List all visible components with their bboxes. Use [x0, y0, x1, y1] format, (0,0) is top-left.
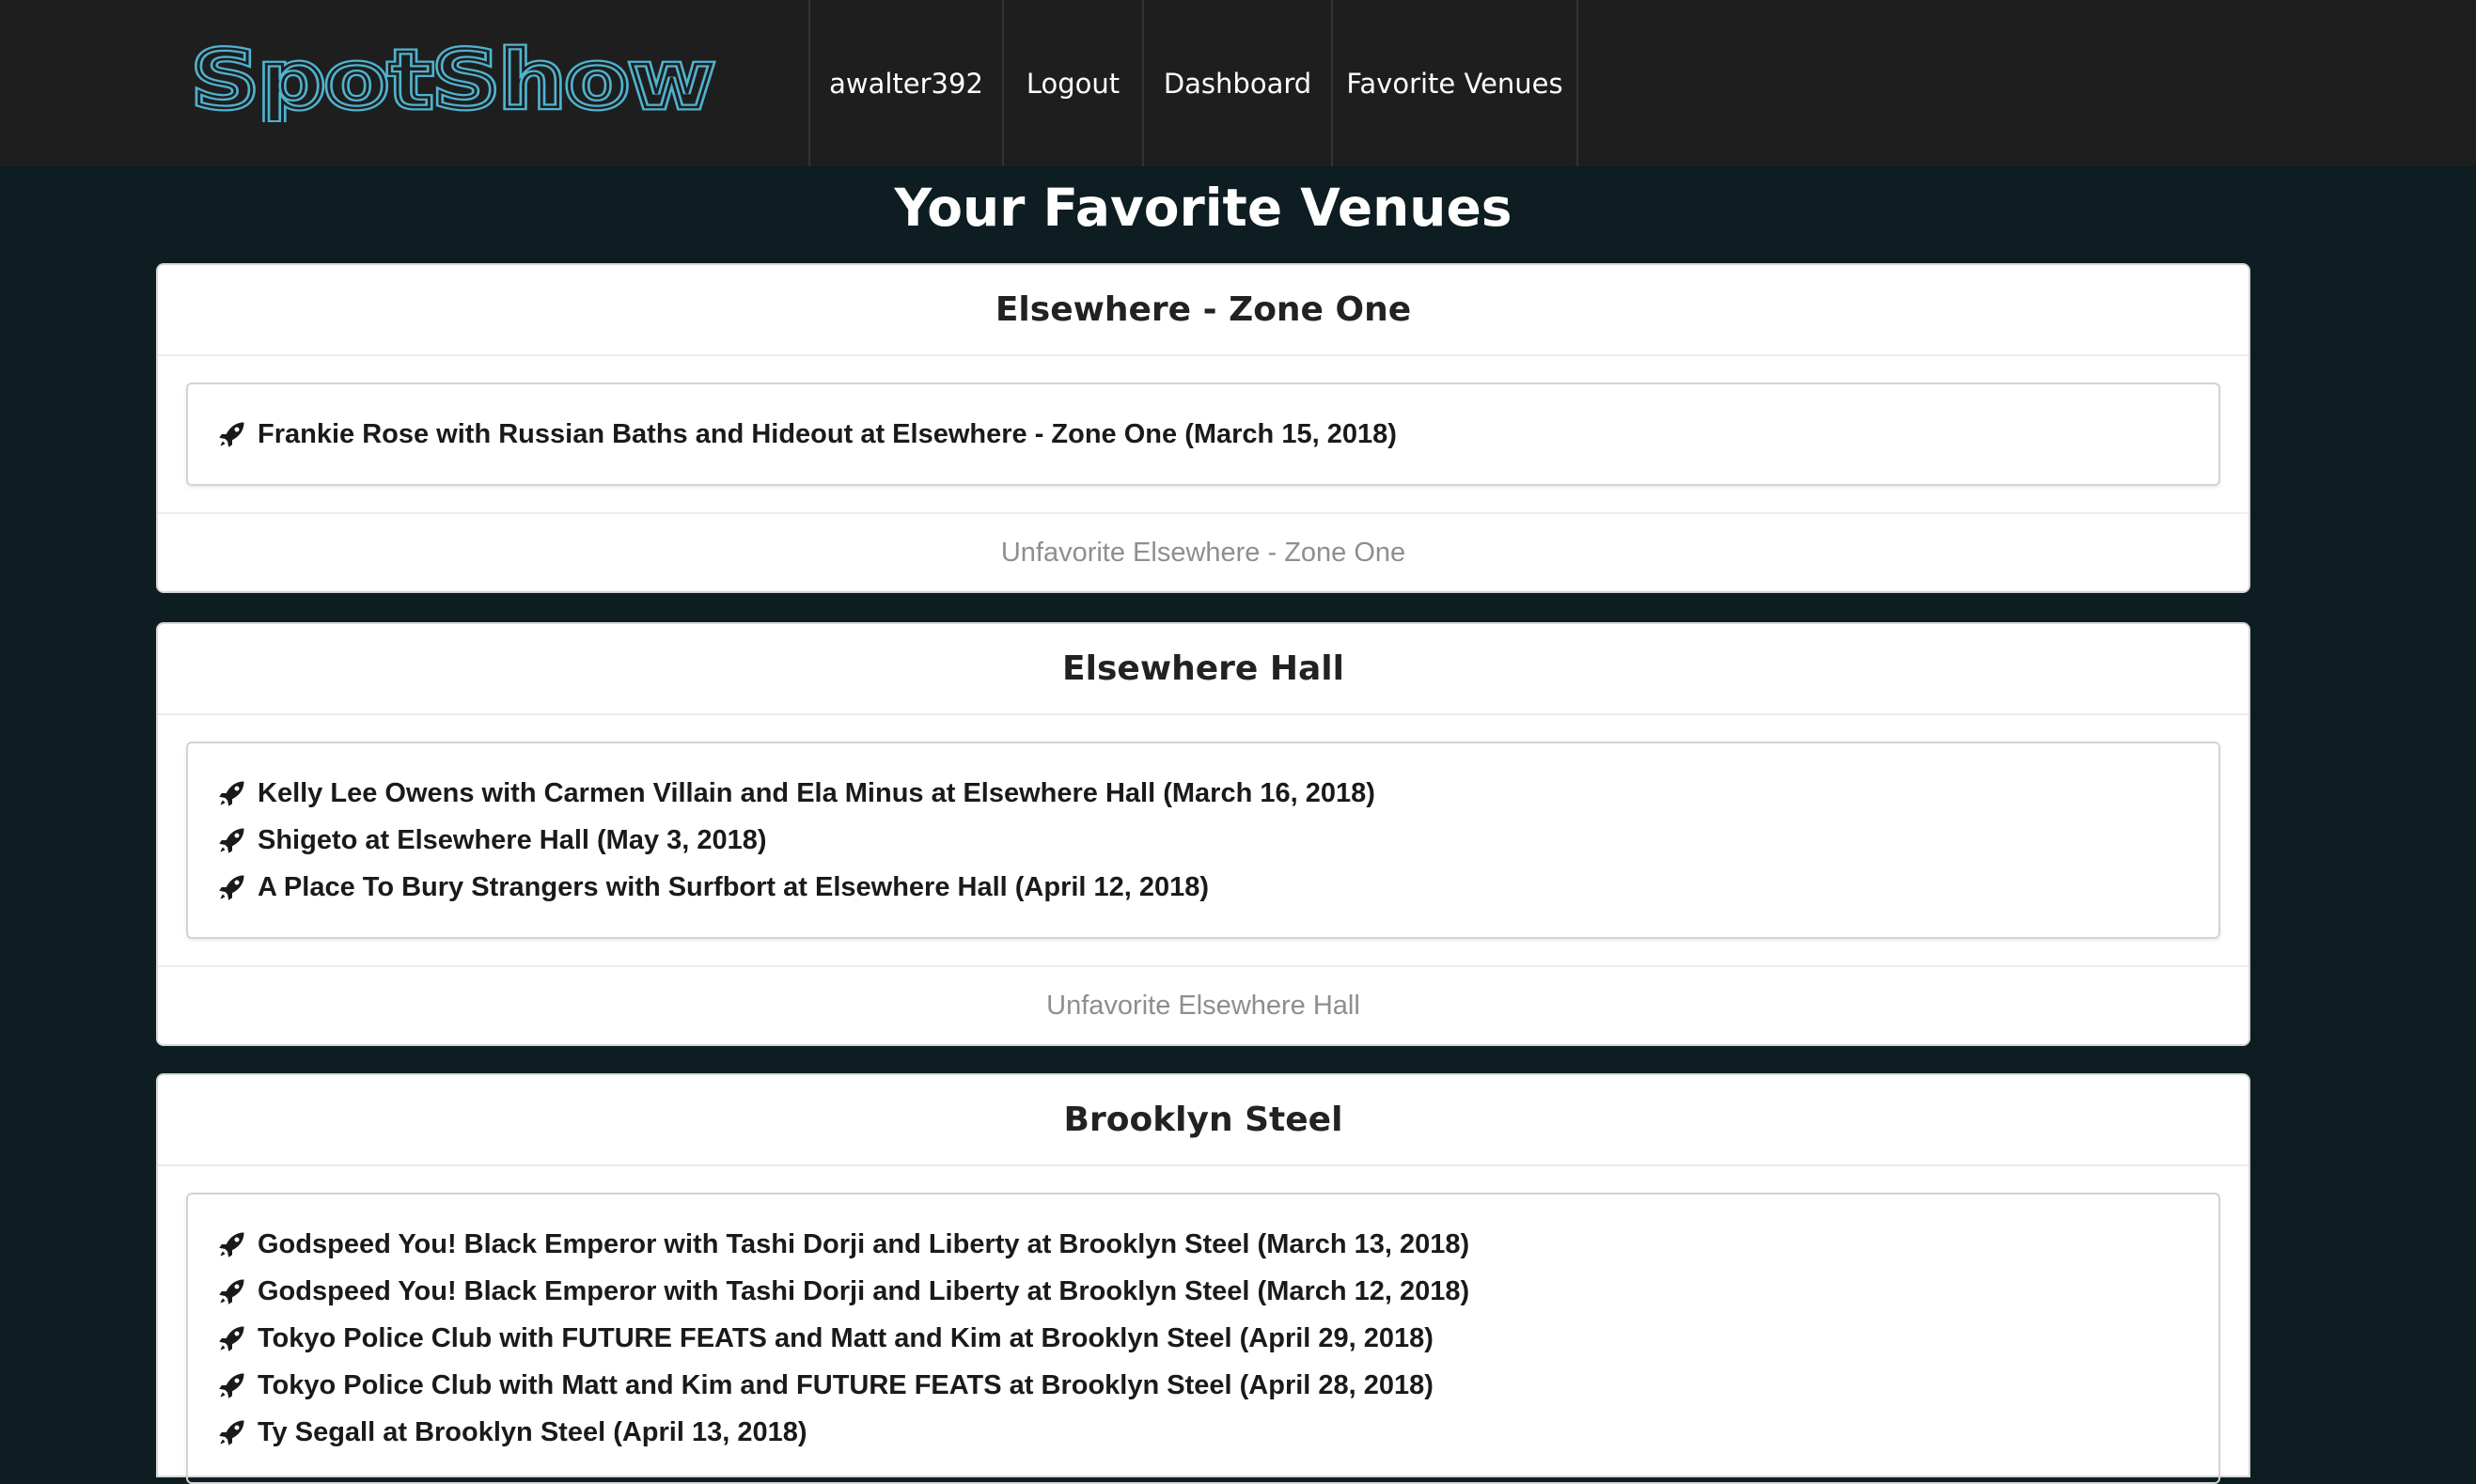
nav-logout[interactable]: Logout	[1002, 0, 1142, 166]
nav-favorite-venues[interactable]: Favorite Venues	[1331, 0, 1578, 166]
nav-username[interactable]: awalter392	[808, 0, 1002, 166]
venue-name: Elsewhere - Zone One	[158, 265, 2249, 356]
show-item[interactable]: A Place To Bury Strangers with Surfbort …	[218, 864, 2188, 911]
show-title: Godspeed You! Black Emperor with Tashi D…	[258, 1275, 1470, 1306]
show-item[interactable]: Shigeto at Elsewhere Hall (May 3, 2018)	[218, 817, 2188, 864]
venue-card: Elsewhere - Zone One Frankie Rose with R…	[156, 263, 2250, 593]
rocket-icon	[219, 1373, 244, 1398]
venue-name: Elsewhere Hall	[158, 624, 2249, 715]
show-title: Shigeto at Elsewhere Hall (May 3, 2018)	[258, 824, 767, 855]
svg-text:SpotShow: SpotShow	[192, 36, 714, 122]
show-title: Godspeed You! Black Emperor with Tashi D…	[258, 1228, 1470, 1259]
show-list: Frankie Rose with Russian Baths and Hide…	[186, 383, 2220, 486]
rocket-icon	[219, 875, 244, 900]
show-item[interactable]: Godspeed You! Black Emperor with Tashi D…	[218, 1268, 2188, 1315]
show-list: Godspeed You! Black Emperor with Tashi D…	[186, 1193, 2220, 1484]
show-title: Frankie Rose with Russian Baths and Hide…	[258, 418, 1397, 449]
show-title: Tokyo Police Club with FUTURE FEATS and …	[258, 1322, 1434, 1353]
spotshow-logo[interactable]: SpotShow SpotShow	[188, 36, 720, 122]
navbar: SpotShow SpotShow awalter392 Logout Dash…	[0, 0, 2476, 166]
venue-card: Elsewhere Hall Kelly Lee Owens with Carm…	[156, 622, 2250, 1046]
rocket-icon	[219, 1326, 244, 1351]
venue-name: Brooklyn Steel	[158, 1075, 2249, 1166]
show-item[interactable]: Ty Segall at Brooklyn Steel (April 13, 2…	[218, 1409, 2188, 1456]
show-item[interactable]: Tokyo Police Club with Matt and Kim and …	[218, 1362, 2188, 1409]
show-item[interactable]: Kelly Lee Owens with Carmen Villain and …	[218, 770, 2188, 817]
rocket-icon	[219, 1279, 244, 1304]
show-title: Ty Segall at Brooklyn Steel (April 13, 2…	[258, 1416, 807, 1447]
rocket-icon	[219, 828, 244, 853]
show-item[interactable]: Tokyo Police Club with FUTURE FEATS and …	[218, 1315, 2188, 1362]
rocket-icon	[219, 1420, 244, 1445]
nav-dashboard[interactable]: Dashboard	[1142, 0, 1331, 166]
show-title: Tokyo Police Club with Matt and Kim and …	[258, 1369, 1434, 1400]
rocket-icon	[219, 422, 244, 447]
show-item[interactable]: Godspeed You! Black Emperor with Tashi D…	[218, 1221, 2188, 1268]
rocket-icon	[219, 1232, 244, 1257]
show-title: Kelly Lee Owens with Carmen Villain and …	[258, 777, 1375, 808]
page-title: Your Favorite Venues	[894, 178, 1512, 238]
venue-card: Brooklyn Steel Godspeed You! Black Emper…	[156, 1073, 2250, 1484]
show-item[interactable]: Frankie Rose with Russian Baths and Hide…	[218, 411, 2188, 458]
unfavorite-button[interactable]: Unfavorite Elsewhere - Zone One	[158, 512, 2249, 591]
unfavorite-button[interactable]: Unfavorite Elsewhere Hall	[158, 965, 2249, 1044]
rocket-icon	[219, 781, 244, 806]
show-list: Kelly Lee Owens with Carmen Villain and …	[186, 742, 2220, 939]
show-title: A Place To Bury Strangers with Surfbort …	[258, 871, 1210, 902]
